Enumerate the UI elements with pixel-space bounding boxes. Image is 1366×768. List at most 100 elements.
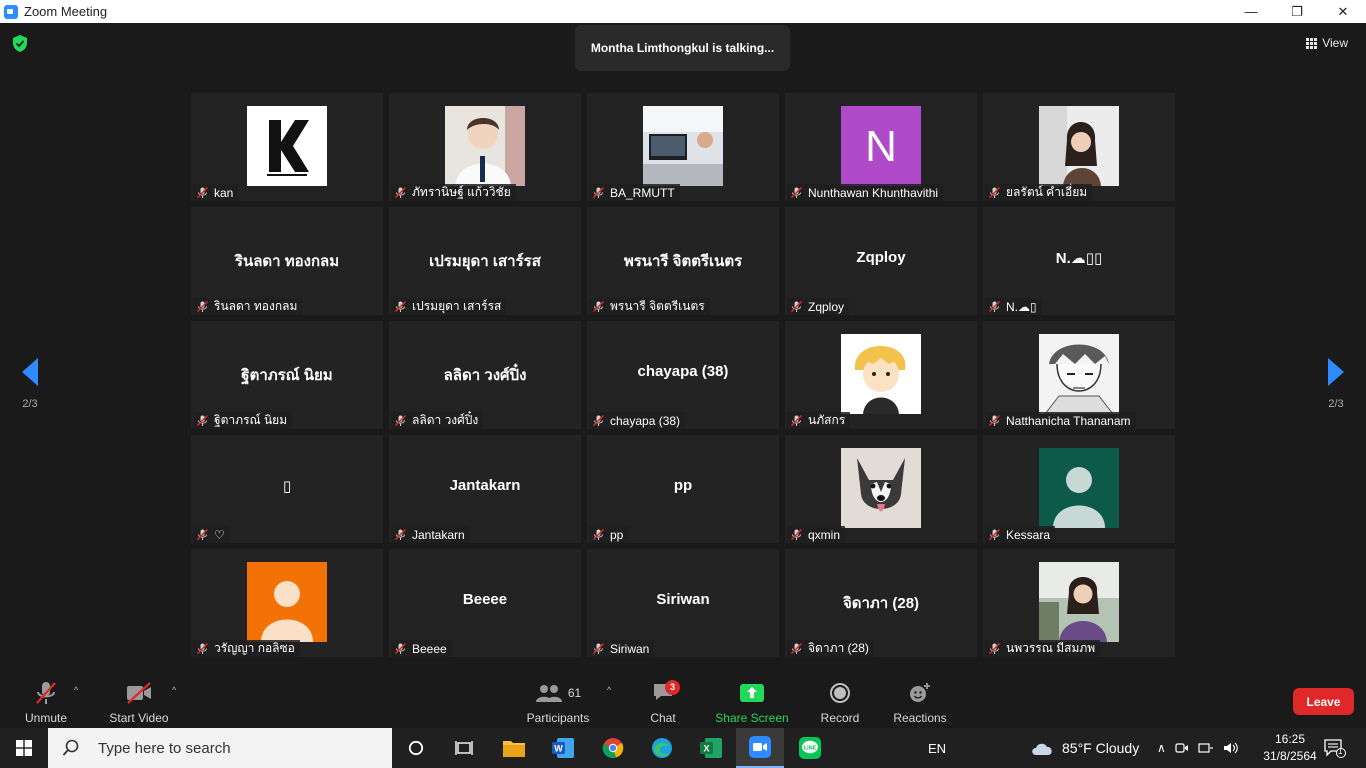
- participants-button[interactable]: 61 Participants: [522, 679, 594, 725]
- microphone-muted-icon: [593, 415, 604, 426]
- share-screen-button[interactable]: Share Screen: [712, 679, 792, 725]
- participant-tile[interactable]: นพวรรณ มีสมภพ: [983, 549, 1175, 657]
- file-explorer-button[interactable]: [490, 728, 538, 768]
- participant-avatar: [247, 106, 327, 186]
- participant-tile[interactable]: Jantakarn Jantakarn: [389, 435, 581, 543]
- participant-name: Natthanicha Thananam: [1006, 413, 1131, 428]
- participant-tile[interactable]: kan: [191, 93, 383, 201]
- volume-icon[interactable]: [1223, 741, 1239, 755]
- share-screen-icon: [740, 684, 764, 702]
- participant-name-label: เปรมยุดา เสาร์รส: [391, 298, 507, 315]
- participant-tile[interactable]: Natthanicha Thananam: [983, 321, 1175, 429]
- start-video-label: Start Video: [109, 711, 169, 725]
- participant-tile[interactable]: pp pp: [587, 435, 779, 543]
- participant-name-label: ลลิดา วงศ์ปิ๋ง: [391, 412, 484, 429]
- participant-tile[interactable]: ▯ ♡: [191, 435, 383, 543]
- participant-name-label: วรัญญา กอลิซอ: [193, 640, 300, 657]
- participant-tile[interactable]: เปรมยุดา เสาร์รส เปรมยุดา เสาร์รส: [389, 207, 581, 315]
- microphone-muted-icon: [197, 301, 208, 312]
- participant-tile[interactable]: qxmin: [785, 435, 977, 543]
- audio-options-caret-icon[interactable]: ^: [74, 685, 78, 695]
- video-off-icon: [127, 682, 151, 704]
- unmute-button[interactable]: Unmute: [16, 679, 76, 725]
- share-screen-label: Share Screen: [715, 711, 789, 725]
- weather-text: 85°F Cloudy: [1062, 740, 1140, 756]
- cortana-button[interactable]: [392, 728, 440, 768]
- minimize-button[interactable]: —: [1228, 0, 1274, 23]
- participant-tile[interactable]: chayapa (38) chayapa (38): [587, 321, 779, 429]
- participant-tile[interactable]: จิดาภา (28) จิดาภา (28): [785, 549, 977, 657]
- participant-name-label: นพวรรณ มีสมภพ: [985, 640, 1101, 657]
- edge-icon: [652, 738, 672, 758]
- reactions-button[interactable]: Reactions: [890, 679, 950, 725]
- reactions-icon: [910, 683, 930, 702]
- participant-tile[interactable]: ลลิดา วงศ์ปิ๋ง ลลิดา วงศ์ปิ๋ง: [389, 321, 581, 429]
- weather-widget[interactable]: 85°F Cloudy: [1030, 728, 1139, 768]
- participant-tile[interactable]: BA_RMUTT: [587, 93, 779, 201]
- participant-display-name: ฐิตาภรณ์ นิยม: [241, 367, 333, 384]
- microphone-muted-icon: [395, 643, 406, 654]
- participant-tile[interactable]: ยลรัตน์ คำเอี่ยม: [983, 93, 1175, 201]
- start-button[interactable]: [0, 728, 48, 768]
- participant-avatar: [445, 106, 525, 186]
- previous-page-button[interactable]: 2/3: [10, 358, 50, 410]
- excel-button[interactable]: X: [687, 728, 735, 768]
- notifications-button[interactable]: 1: [1324, 728, 1346, 768]
- participants-icon: [535, 685, 562, 702]
- security-shield-icon[interactable]: [12, 35, 28, 52]
- reactions-label: Reactions: [893, 711, 947, 725]
- taskbar-search-box[interactable]: Type here to search: [48, 728, 392, 768]
- participant-tile[interactable]: Beeee Beeee: [389, 549, 581, 657]
- close-button[interactable]: ✕: [1320, 0, 1366, 23]
- network-icon[interactable]: [1198, 741, 1214, 755]
- participant-tile[interactable]: Siriwan Siriwan: [587, 549, 779, 657]
- start-video-button[interactable]: Start Video: [104, 679, 174, 725]
- maximize-button[interactable]: ❐: [1274, 0, 1320, 23]
- participant-tile[interactable]: นภัสกร: [785, 321, 977, 429]
- participant-avatar: N: [841, 106, 921, 186]
- next-page-button[interactable]: 2/3: [1316, 358, 1356, 410]
- participant-name-label: Kessara: [985, 526, 1056, 543]
- participants-label: Participants: [526, 711, 590, 725]
- participant-display-name: จิดาภา (28): [842, 595, 920, 612]
- participant-tile[interactable]: N.☁▯▯ N.☁▯: [983, 207, 1175, 315]
- participant-name: นภัสกร: [808, 413, 846, 427]
- video-options-caret-icon[interactable]: ^: [172, 685, 176, 695]
- participant-name: Jantakarn: [412, 527, 465, 542]
- microphone-muted-icon: [593, 529, 604, 540]
- edge-button[interactable]: [638, 728, 686, 768]
- participant-name-label: ฐิตาภรณ์ นิยม: [193, 412, 293, 429]
- participant-name-label: Siriwan: [589, 640, 655, 657]
- participant-tile[interactable]: Zqploy Zqploy: [785, 207, 977, 315]
- participant-tile[interactable]: ฐิตาภรณ์ นิยม ฐิตาภรณ์ นิยม: [191, 321, 383, 429]
- chat-button[interactable]: 3 Chat: [638, 679, 688, 725]
- zoom-icon: [749, 736, 771, 758]
- participant-tile[interactable]: N Nunthawan Khunthavithi: [785, 93, 977, 201]
- word-button[interactable]: W: [539, 728, 587, 768]
- language-indicator[interactable]: EN: [928, 728, 946, 768]
- participant-name: Zqploy: [808, 299, 845, 314]
- view-button[interactable]: View: [1306, 33, 1348, 53]
- participants-options-caret-icon[interactable]: ^: [607, 685, 611, 695]
- task-view-button[interactable]: [440, 728, 488, 768]
- participant-display-name: Zqploy: [856, 249, 906, 266]
- show-hidden-icons-chevron-icon[interactable]: ∧: [1157, 741, 1166, 755]
- chat-label: Chat: [650, 711, 676, 725]
- participant-name: รินลดา ทองกลม: [214, 299, 298, 313]
- chrome-button[interactable]: [589, 728, 637, 768]
- record-button[interactable]: Record: [815, 679, 865, 725]
- participant-tile[interactable]: ภัทรานิษฐ์ แก้ววิชัย: [389, 93, 581, 201]
- zoom-taskbar-button[interactable]: [736, 728, 784, 768]
- microphone-muted-icon: [593, 643, 604, 654]
- participant-tile[interactable]: Kessara: [983, 435, 1175, 543]
- microphone-muted-icon: [395, 529, 406, 540]
- participant-tile[interactable]: วรัญญา กอลิซอ: [191, 549, 383, 657]
- participant-tile[interactable]: พรนารี จิตตรีเนตร พรนารี จิตตรีเนตร: [587, 207, 779, 315]
- taskbar-clock[interactable]: 16:25 31/8/2564: [1258, 731, 1322, 765]
- leave-button[interactable]: Leave: [1293, 688, 1354, 715]
- participant-tile[interactable]: รินลดา ทองกลม รินลดา ทองกลม: [191, 207, 383, 315]
- arrow-left-icon: [22, 358, 38, 386]
- line-button[interactable]: LINE: [786, 728, 834, 768]
- meet-now-icon[interactable]: [1175, 741, 1189, 755]
- participant-avatar: [247, 562, 327, 642]
